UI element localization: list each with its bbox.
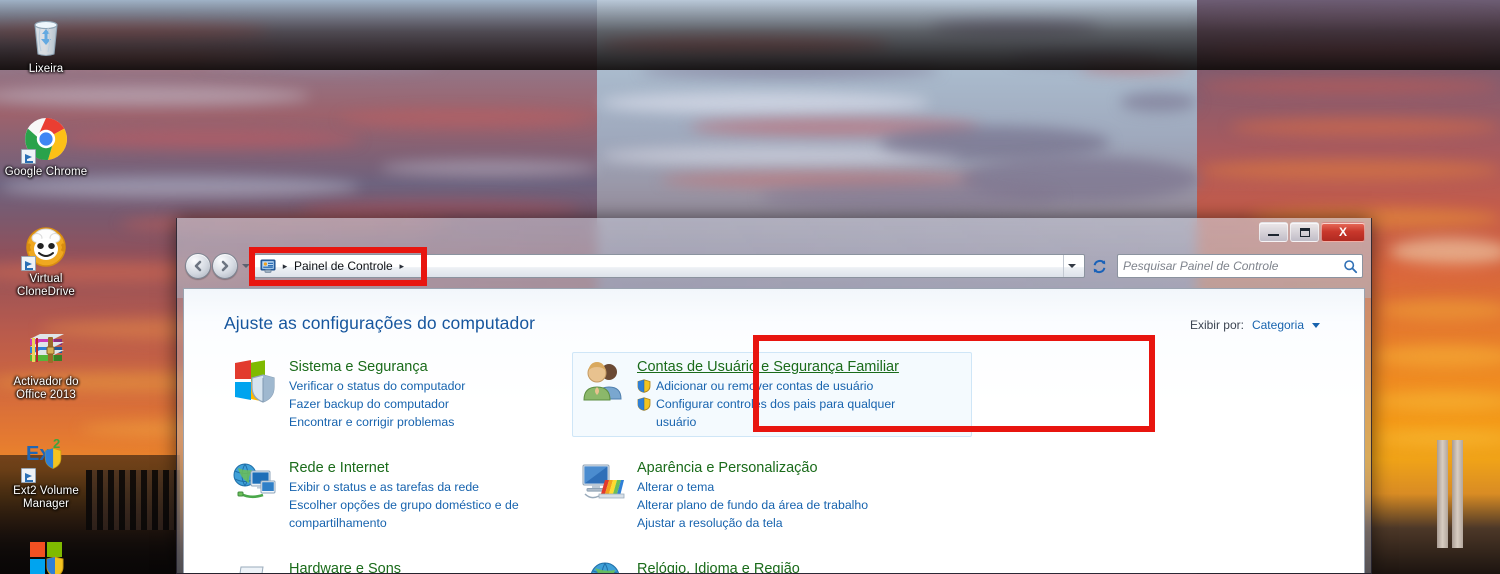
category-title[interactable]: Sistema e Segurança bbox=[289, 358, 428, 377]
category-title[interactable]: Contas de Usuário e Segurança Familiar bbox=[637, 358, 899, 377]
category-text: Rede e Internet Exibir o status e as tar… bbox=[289, 458, 557, 532]
breadcrumb-control-panel[interactable]: Painel de Controle bbox=[291, 258, 396, 274]
user-accounts-icon bbox=[579, 357, 627, 405]
arrow-right-icon bbox=[221, 260, 229, 272]
breadcrumb-separator-trailing[interactable]: ▸ bbox=[396, 261, 408, 272]
desktop-icon-label: Activador do Office 2013 bbox=[13, 376, 79, 401]
address-bar-wrap: ▸ Painel de Controle ▸ bbox=[254, 254, 1363, 278]
category-link-text: Adicionar ou remover contas de usuário bbox=[656, 379, 874, 393]
desktop-icon-activador-office[interactable]: Activador do Office 2013 bbox=[0, 325, 92, 402]
desktop-icon-google-chrome[interactable]: Google Chrome bbox=[0, 115, 92, 179]
address-bar[interactable]: ▸ Painel de Controle ▸ bbox=[254, 254, 1085, 278]
category-link[interactable]: Encontrar e corrigir problemas bbox=[289, 413, 465, 431]
minimize-icon bbox=[1268, 234, 1279, 236]
forward-button[interactable] bbox=[212, 253, 238, 279]
category-title[interactable]: Hardware e Sons bbox=[289, 560, 401, 573]
category-text: Aparência e Personalização Alterar o tem… bbox=[637, 458, 868, 532]
category-link[interactable]: Verificar o status do computador bbox=[289, 377, 465, 395]
category-link[interactable]: Alterar o tema bbox=[637, 478, 868, 496]
view-by-value[interactable]: Categoria bbox=[1252, 318, 1304, 332]
recent-pages-dropdown[interactable] bbox=[238, 253, 254, 279]
category-relogio-idioma-e-regiao[interactable]: Relógio, Idioma e Região Alterar os tecl… bbox=[572, 554, 972, 573]
category-link[interactable]: Adicionar ou remover contas de usuário bbox=[637, 377, 899, 395]
control-panel-window[interactable]: X ▸ Painel de Controle ▸ Pesquisar Paine… bbox=[176, 218, 1372, 574]
address-history-dropdown[interactable] bbox=[1063, 255, 1080, 277]
category-text: Hardware e Sons Exibir impressoras e dis… bbox=[289, 559, 467, 573]
category-text: Contas de Usuário e Segurança Familiar A… bbox=[637, 357, 899, 431]
close-button[interactable]: X bbox=[1321, 222, 1365, 242]
appearance-icon bbox=[579, 458, 627, 506]
window-controls: X bbox=[1259, 222, 1365, 242]
winrar-icon bbox=[22, 325, 70, 373]
category-title[interactable]: Aparência e Personalização bbox=[637, 459, 818, 478]
desktop-icon-ext2-volume-manager[interactable]: Ex t 2 Ext2 Volume Manager bbox=[0, 434, 92, 511]
uac-shield-icon bbox=[637, 379, 651, 393]
content-pane: Ajuste as configurações do computador Ex… bbox=[183, 288, 1365, 573]
category-link[interactable]: Escolher opções de grupo doméstico e de … bbox=[289, 496, 557, 532]
desktop-icon-office-shield[interactable] bbox=[0, 538, 92, 574]
chevron-down-icon[interactable] bbox=[1312, 322, 1320, 328]
uac-shield-icon bbox=[637, 397, 651, 411]
ext2-icon: Ex t 2 bbox=[21, 434, 70, 483]
control-panel-icon bbox=[260, 258, 276, 274]
category-link-text: Configurar controles dos pais para qualq… bbox=[656, 397, 896, 429]
network-internet-icon bbox=[231, 458, 279, 506]
category-link[interactable]: Ajustar a resolução da tela bbox=[637, 514, 868, 532]
category-hardware-e-sons[interactable]: Hardware e Sons Exibir impressoras e dis… bbox=[224, 554, 564, 573]
skyline-tower-right bbox=[1452, 440, 1463, 548]
search-box[interactable] bbox=[1117, 254, 1363, 278]
minimize-button[interactable] bbox=[1259, 222, 1288, 242]
office-shield-icon bbox=[22, 538, 70, 574]
wallpaper-ground bbox=[0, 0, 1500, 70]
breadcrumb-separator: ▸ bbox=[282, 260, 288, 271]
chrome-icon bbox=[21, 115, 70, 164]
arrow-left-icon bbox=[194, 260, 202, 272]
category-column-right: Contas de Usuário e Segurança Familiar A… bbox=[572, 352, 972, 573]
category-link[interactable]: Alterar plano de fundo da área de trabal… bbox=[637, 496, 868, 514]
maximize-icon bbox=[1299, 227, 1310, 237]
shortcut-arrow-icon bbox=[21, 256, 36, 271]
clonedrive-icon bbox=[21, 222, 70, 271]
maximize-button[interactable] bbox=[1290, 222, 1319, 242]
category-title[interactable]: Relógio, Idioma e Região bbox=[637, 560, 800, 573]
hardware-sound-icon bbox=[231, 559, 279, 573]
navigation-toolbar: ▸ Painel de Controle ▸ bbox=[177, 250, 1371, 282]
shortcut-arrow-icon bbox=[21, 468, 36, 483]
recycle-bin-icon bbox=[22, 12, 70, 60]
category-grid: Sistema e Segurança Verificar o status d… bbox=[224, 352, 1336, 573]
category-link[interactable]: Configurar controles dos pais para qualq… bbox=[637, 395, 897, 431]
category-contas-de-usuario-e-seguranca-familiar[interactable]: Contas de Usuário e Segurança Familiar A… bbox=[572, 352, 972, 437]
heading-row: Ajuste as configurações do computador Ex… bbox=[224, 313, 1336, 334]
back-button[interactable] bbox=[185, 253, 211, 279]
view-by-control: Exibir por: Categoria bbox=[1190, 318, 1336, 332]
category-link[interactable]: Exibir o status e as tarefas da rede bbox=[289, 478, 557, 496]
category-rede-e-internet[interactable]: Rede e Internet Exibir o status e as tar… bbox=[224, 453, 564, 538]
desktop-icon-virtual-clonedrive[interactable]: Virtual CloneDrive bbox=[0, 222, 92, 299]
category-text: Sistema e Segurança Verificar o status d… bbox=[289, 357, 465, 431]
category-sistema-e-seguranca[interactable]: Sistema e Segurança Verificar o status d… bbox=[224, 352, 564, 437]
system-security-icon bbox=[231, 357, 279, 405]
category-link[interactable]: Fazer backup do computador bbox=[289, 395, 465, 413]
search-input[interactable] bbox=[1123, 259, 1343, 273]
skyline-tower-left bbox=[1437, 440, 1448, 548]
desktop-icon-label: Virtual CloneDrive bbox=[17, 273, 75, 298]
category-column-left: Sistema e Segurança Verificar o status d… bbox=[224, 352, 564, 573]
close-icon: X bbox=[1338, 225, 1347, 239]
desktop-icon-label: Google Chrome bbox=[4, 166, 88, 178]
desktop-icon-label: Lixeira bbox=[28, 63, 64, 75]
search-icon[interactable] bbox=[1343, 259, 1358, 274]
refresh-button[interactable] bbox=[1087, 254, 1111, 278]
shortcut-arrow-icon bbox=[21, 149, 36, 164]
view-by-label: Exibir por: bbox=[1189, 318, 1244, 332]
category-title[interactable]: Rede e Internet bbox=[289, 459, 389, 478]
refresh-icon bbox=[1093, 259, 1105, 273]
desktop-icon-label: Ext2 Volume Manager bbox=[13, 485, 79, 510]
category-aparencia-e-personalizacao[interactable]: Aparência e Personalização Alterar o tem… bbox=[572, 453, 972, 538]
clock-language-icon bbox=[579, 559, 627, 573]
category-text: Relógio, Idioma e Região Alterar os tecl… bbox=[637, 559, 906, 573]
desktop-icon-recycle-bin[interactable]: Lixeira bbox=[0, 12, 92, 76]
page-title: Ajuste as configurações do computador bbox=[224, 313, 536, 333]
